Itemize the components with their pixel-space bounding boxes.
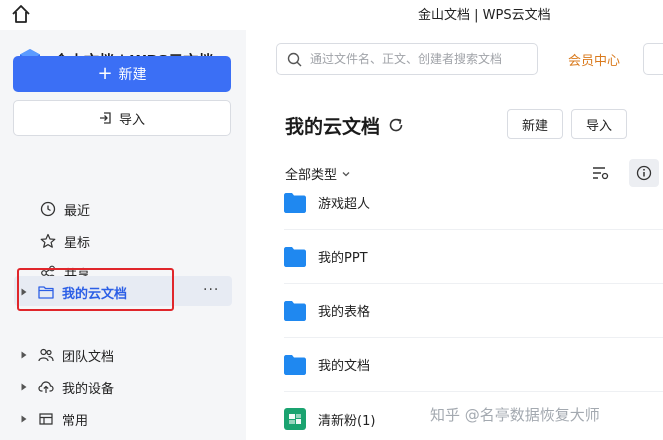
import-icon — [99, 112, 111, 124]
sidebar-item-label: 最近 — [64, 203, 91, 219]
sidebar-item-label: 常用 — [62, 413, 89, 429]
folder-icon — [284, 354, 306, 375]
search-input[interactable] — [310, 52, 520, 66]
folder-icon — [284, 246, 306, 267]
sidebar-item-common[interactable]: 常用 — [20, 405, 88, 433]
import-button-label: 导入 — [118, 112, 145, 128]
file-row[interactable]: 我的表格 — [284, 284, 663, 338]
file-row[interactable]: 我的PPT — [284, 230, 663, 284]
sidebar-item-recent[interactable]: 最近 — [40, 198, 90, 220]
file-row[interactable]: 我的文档 — [284, 338, 663, 392]
search-box[interactable] — [276, 43, 538, 75]
vip-center-link[interactable]: 会员中心 — [568, 50, 620, 69]
sidebar-item-label: 团队文档 — [62, 349, 115, 365]
main-new-button[interactable]: 新建 — [507, 109, 563, 139]
search-icon — [287, 52, 302, 66]
sidebar-item-starred[interactable]: 星标 — [40, 230, 90, 252]
new-button-label: 新建 — [118, 67, 147, 83]
page-title: 我的云文档 — [285, 116, 381, 138]
folder-icon — [284, 300, 306, 321]
sidebar-item-team-docs[interactable]: 团队文档 — [20, 341, 114, 369]
sidebar-item-my-devices[interactable]: 我的设备 — [20, 373, 114, 401]
clock-icon — [40, 201, 56, 217]
file-name: 我的表格 — [318, 305, 371, 320]
top-right-button[interactable] — [643, 43, 663, 75]
spreadsheet-icon — [284, 408, 306, 430]
window-title: 金山文档 | WPS云文档 — [418, 8, 551, 23]
file-name: 我的PPT — [318, 251, 368, 266]
plus-icon: + — [97, 63, 113, 84]
import-button[interactable]: 导入 — [13, 100, 231, 136]
caret-right-icon[interactable] — [20, 383, 28, 391]
caret-right-icon[interactable] — [20, 351, 28, 359]
file-name: 我的文档 — [318, 359, 371, 374]
sidebar-item-label: 星标 — [64, 235, 91, 251]
main-import-button[interactable]: 导入 — [571, 109, 627, 139]
file-name: 清新粉(1) — [318, 413, 376, 429]
file-row[interactable]: 游戏超人 — [284, 176, 663, 230]
home-icon[interactable] — [10, 3, 32, 25]
file-name: 游戏超人 — [318, 197, 371, 212]
watermark-text: 知乎 @名亭数据恢复大师 — [430, 406, 600, 424]
caret-right-icon[interactable] — [20, 415, 28, 423]
folder-icon — [284, 192, 306, 213]
new-button[interactable]: + 新建 — [13, 56, 231, 92]
sidebar-item-label: 我的设备 — [62, 381, 115, 397]
more-options-icon[interactable]: ··· — [203, 282, 219, 298]
cloud-device-icon — [38, 381, 54, 393]
team-icon — [38, 348, 54, 362]
title-bar: 金山文档 | WPS云文档 — [0, 0, 663, 30]
refresh-icon[interactable] — [388, 117, 404, 133]
highlight-annotation-box — [17, 268, 174, 311]
common-icon — [39, 413, 53, 425]
star-icon — [40, 233, 56, 248]
